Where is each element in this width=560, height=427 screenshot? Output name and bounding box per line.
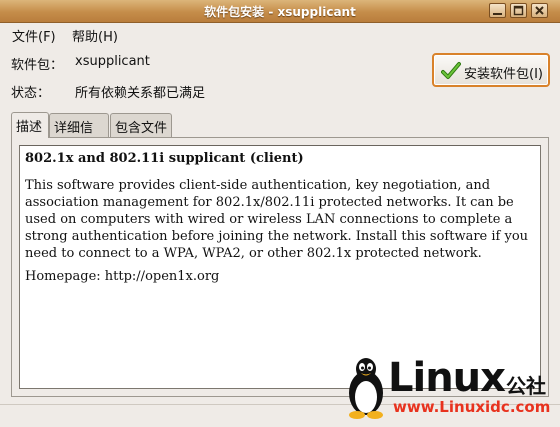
close-icon <box>535 6 544 15</box>
minimize-button[interactable] <box>489 3 506 18</box>
menu-help[interactable]: 帮助(H) <box>72 26 118 45</box>
maximize-icon <box>513 5 524 16</box>
tab-description[interactable]: 描述 <box>11 112 49 138</box>
description-text-view[interactable]: 802.1x and 802.11i supplicant (client) T… <box>19 145 541 389</box>
watermark-brand: Linux <box>388 355 506 401</box>
minimize-icon <box>493 13 502 15</box>
status-value: 所有依赖关系都已满足 <box>75 86 206 101</box>
close-button[interactable] <box>531 3 548 18</box>
package-label: 软件包： <box>11 58 64 73</box>
description-body: This software provides client-side authe… <box>25 178 529 261</box>
maximize-button[interactable] <box>510 3 527 18</box>
title-bar[interactable]: 软件包安装 - xsupplicant <box>0 0 560 23</box>
menu-bar: 文件(F) 帮助(H) <box>0 23 560 45</box>
check-icon <box>441 62 461 79</box>
tux-penguin-logo <box>349 358 383 419</box>
install-package-button[interactable]: 安装软件包(I) <box>432 53 550 87</box>
tab-details[interactable]: 详细信息 <box>49 113 109 155</box>
package-name: xsupplicant <box>75 54 150 69</box>
package-installer-window: 软件包安装 - xsupplicant 文件(F) 帮助(H) 软件包： xsu… <box>0 0 560 427</box>
description-title: 802.1x and 802.11i supplicant (client) <box>25 151 304 166</box>
install-button-label: 安装软件包(I) <box>464 67 543 82</box>
homepage-link: Homepage: http://open1x.org <box>25 269 220 284</box>
watermark-suffix: 公社 <box>506 374 546 398</box>
window-title: 软件包安装 - xsupplicant <box>204 5 356 19</box>
watermark-url: www.Linuxidc.com <box>393 398 551 416</box>
status-label: 状态： <box>11 86 51 101</box>
tab-files[interactable]: 包含文件 <box>110 113 172 137</box>
menu-file[interactable]: 文件(F) <box>12 26 56 45</box>
